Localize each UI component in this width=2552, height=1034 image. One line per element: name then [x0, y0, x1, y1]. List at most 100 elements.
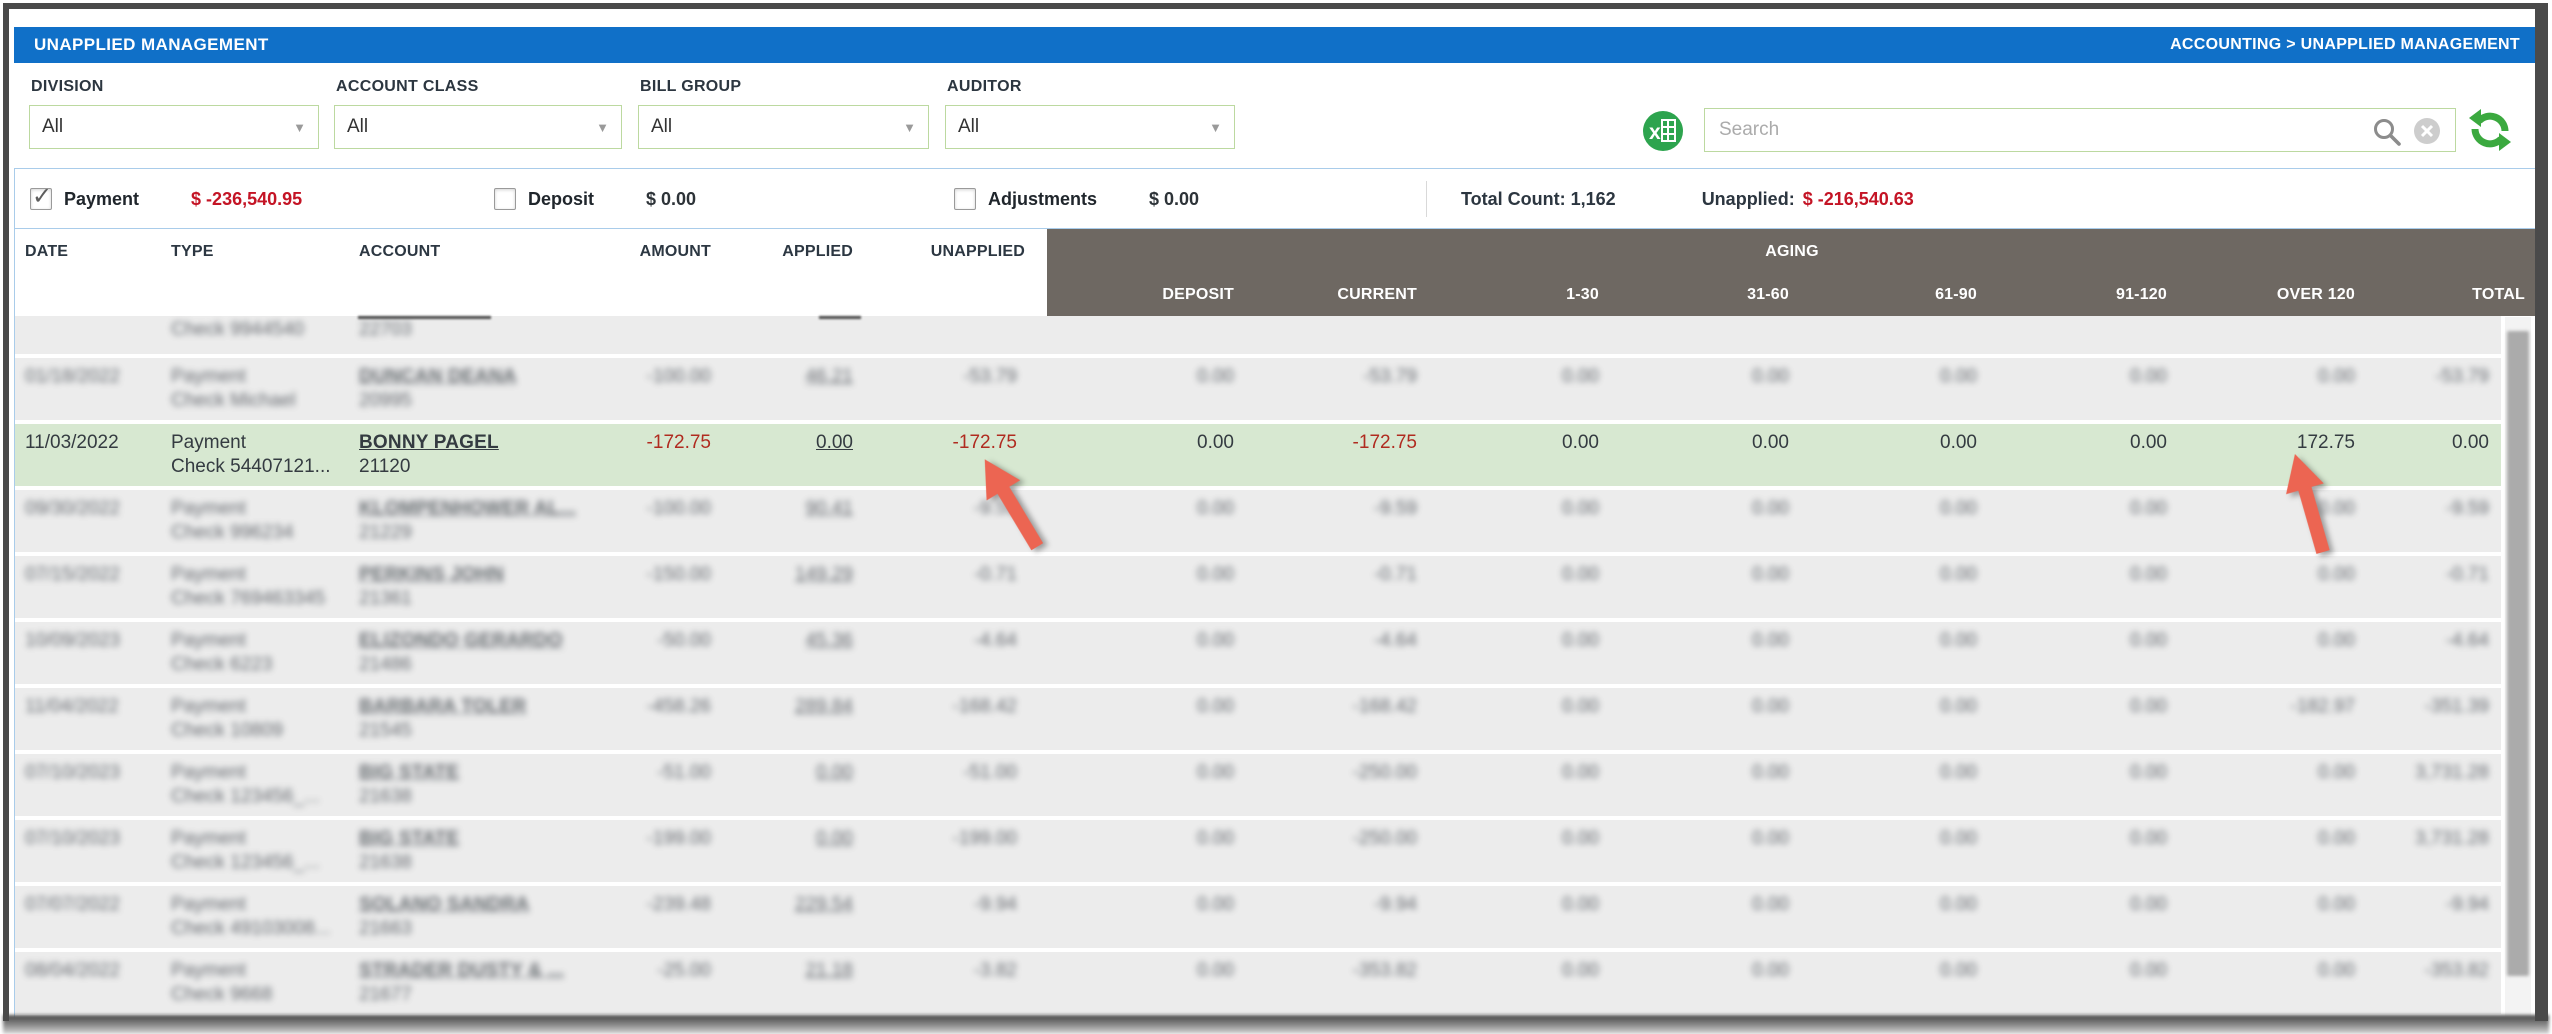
cell-1-30: 0.00	[1562, 894, 1599, 915]
cell-current: -168.42	[1352, 696, 1417, 717]
account-link[interactable]: PERKINS JOHN	[359, 563, 621, 587]
applied-link[interactable]: 21.18	[719, 959, 853, 983]
deposit-checkbox[interactable]	[494, 188, 516, 210]
search-input[interactable]	[1719, 119, 2379, 141]
cell-unapplied: -168.42	[952, 696, 1017, 717]
cell-current: -353.82	[1352, 960, 1417, 981]
account-link[interactable]: BONNY PAGEL	[359, 431, 621, 455]
breadcrumb[interactable]: ACCOUNTING > UNAPPLIED MANAGEMENT	[2170, 36, 2520, 54]
col-header-over-120[interactable]: OVER 120	[2179, 274, 2367, 316]
col-header-1-30[interactable]: 1-30	[1429, 274, 1611, 316]
payment-checkbox[interactable]	[30, 182, 52, 211]
account-link[interactable]: KLOMPENHOWER AL...	[359, 497, 621, 521]
table-row[interactable]: 07/07/2022 Payment Check 49103008... SOLA…	[15, 886, 2537, 948]
cell-deposit: 0.00	[1197, 696, 1234, 717]
col-header-91-120[interactable]: 91-120	[1989, 274, 2179, 316]
cell-type: Payment Check 9668	[171, 960, 273, 1005]
bill-group-dropdown[interactable]: All ▼	[638, 105, 929, 149]
cell-amount: -51.00	[657, 762, 711, 783]
cell-31-60: 0.00	[1752, 960, 1789, 981]
cell-31-60: 0.00	[1752, 894, 1789, 915]
cell-deposit: 0.00	[1197, 894, 1234, 915]
col-header-total[interactable]: TOTAL	[2367, 274, 2537, 316]
cell-over-120: 0.00	[2318, 960, 2355, 981]
applied-link[interactable]: 0.00	[719, 431, 853, 455]
table-row[interactable]: 11/04/2022 Payment Check 10809 BARBARA TO…	[15, 688, 2537, 750]
magnifier-icon[interactable]	[2371, 116, 2401, 146]
account-class-dropdown[interactable]: All ▼	[334, 105, 622, 149]
col-header-applied[interactable]: APPLIED	[719, 229, 861, 274]
payment-filter-group: Payment $ -236,540.95	[30, 169, 302, 229]
cell-deposit: 0.00	[1197, 762, 1234, 783]
col-header-amount[interactable]: AMOUNT	[621, 229, 719, 274]
excel-export-icon[interactable]: x	[1642, 110, 1684, 152]
table-row[interactable]: 08/04/2022 Payment Check 9668 STRADER DUS…	[15, 952, 2537, 1014]
col-header-account[interactable]: ACCOUNT	[351, 229, 621, 274]
applied-link[interactable]: 90.41	[719, 497, 853, 521]
cell-deposit: 0.00	[1197, 630, 1234, 651]
cell-91-120: 0.00	[2130, 630, 2167, 651]
applied-link[interactable]: 0.00	[719, 761, 853, 785]
adjustments-checkbox[interactable]	[954, 188, 976, 210]
cell-date: 09/30/2022	[25, 498, 121, 519]
cell-61-90: 0.00	[1940, 366, 1977, 387]
account-link[interactable]: ELIZONDO GERARDO	[359, 629, 621, 653]
clear-circle-icon[interactable]	[2413, 117, 2441, 145]
applied-link[interactable]: 289.84	[719, 695, 853, 719]
account-link[interactable]: DUNCAN DEANA	[359, 365, 621, 389]
cell-61-90: 0.00	[1940, 432, 1977, 453]
col-header-unapplied[interactable]: UNAPPLIED	[861, 229, 1047, 274]
col-header-61-90[interactable]: 61-90	[1801, 274, 1989, 316]
account-link[interactable]: STRADER DUSTY & ...	[359, 959, 621, 983]
col-header-current[interactable]: CURRENT	[1246, 274, 1429, 316]
table-row[interactable]: 11/03/2022 Payment Check 54407121... BONN…	[15, 424, 2537, 486]
cell-total: -0.71	[2445, 564, 2489, 585]
table-row[interactable]: 09/30/2022 Payment Check 996234 KLOMPENHO…	[15, 490, 2537, 552]
applied-link[interactable]: 45.36	[719, 629, 853, 653]
cell-current: -0.71	[1373, 564, 1417, 585]
cell-over-120: 0.00	[2318, 894, 2355, 915]
cell-type: Payment Check 10809	[171, 696, 283, 741]
filter-auditor-label: AUDITOR	[947, 78, 1022, 95]
chevron-down-icon: ▼	[903, 119, 916, 135]
cell-deposit: 0.00	[1197, 960, 1234, 981]
applied-link[interactable]: 0.00	[719, 827, 853, 851]
col-header-date[interactable]: DATE	[15, 229, 161, 274]
cell-unapplied: -9.94	[973, 894, 1017, 915]
cell-applied	[719, 316, 861, 354]
results-panel: Payment $ -236,540.95 Deposit $ 0.00 Adj…	[14, 168, 2538, 1022]
cell-31-60: 0.00	[1752, 498, 1789, 519]
table-row[interactable]: 10/09/2023 Payment Check 6223 ELIZONDO GE…	[15, 622, 2537, 684]
account-link[interactable]: BIG STATE	[359, 761, 621, 785]
cell-amount: -150.00	[646, 564, 711, 585]
col-header-31-60[interactable]: 31-60	[1611, 274, 1801, 316]
applied-link[interactable]: 149.29	[719, 563, 853, 587]
col-header-type[interactable]: TYPE	[161, 229, 351, 274]
applied-link[interactable]: 46.21	[719, 365, 853, 389]
title-bar: UNAPPLIED MANAGEMENT ACCOUNTING > UNAPPL…	[14, 27, 2538, 63]
table-row[interactable]: 07/15/2022 Payment Check 769463345 PERKIN…	[15, 556, 2537, 618]
table-row[interactable]: 07/10/2023 Payment Check 123456_... BIG S…	[15, 754, 2537, 816]
account-link[interactable]: SOLANO SANDRA	[359, 893, 621, 917]
table-row[interactable]: Check 9944540 22703	[15, 316, 2537, 354]
cell-unapplied: -3.82	[973, 960, 1017, 981]
account-link[interactable]: BARBARA TOLER	[359, 695, 621, 719]
table-row[interactable]: 01/18/2022 Payment Check Michael DUNCAN D…	[15, 358, 2537, 420]
refresh-icon[interactable]	[2468, 108, 2512, 152]
applied-link[interactable]: 229.54	[719, 893, 853, 917]
cell-over-120: -182.97	[2290, 696, 2355, 717]
table-row[interactable]: 07/10/2023 Payment Check 123456_... BIG S…	[15, 820, 2537, 882]
division-dropdown[interactable]: All ▼	[29, 105, 319, 149]
cell-current: -9.59	[1373, 498, 1417, 519]
unapplied-label: Unapplied:	[1701, 188, 1795, 209]
page-title: UNAPPLIED MANAGEMENT	[34, 35, 269, 54]
auditor-dropdown[interactable]: All ▼	[945, 105, 1235, 149]
vertical-scrollbar[interactable]	[2505, 317, 2531, 1019]
cell-date: 07/10/2023	[25, 762, 121, 783]
col-header-deposit[interactable]: DEPOSIT	[1047, 274, 1246, 316]
filter-auditor: AUDITOR All ▼	[945, 78, 1235, 149]
cell-type: Payment Check 123456_...	[171, 828, 320, 873]
cell-applied: 21.18	[719, 952, 861, 1014]
account-link[interactable]: BIG STATE	[359, 827, 621, 851]
scrollbar-thumb[interactable]	[2507, 331, 2529, 976]
